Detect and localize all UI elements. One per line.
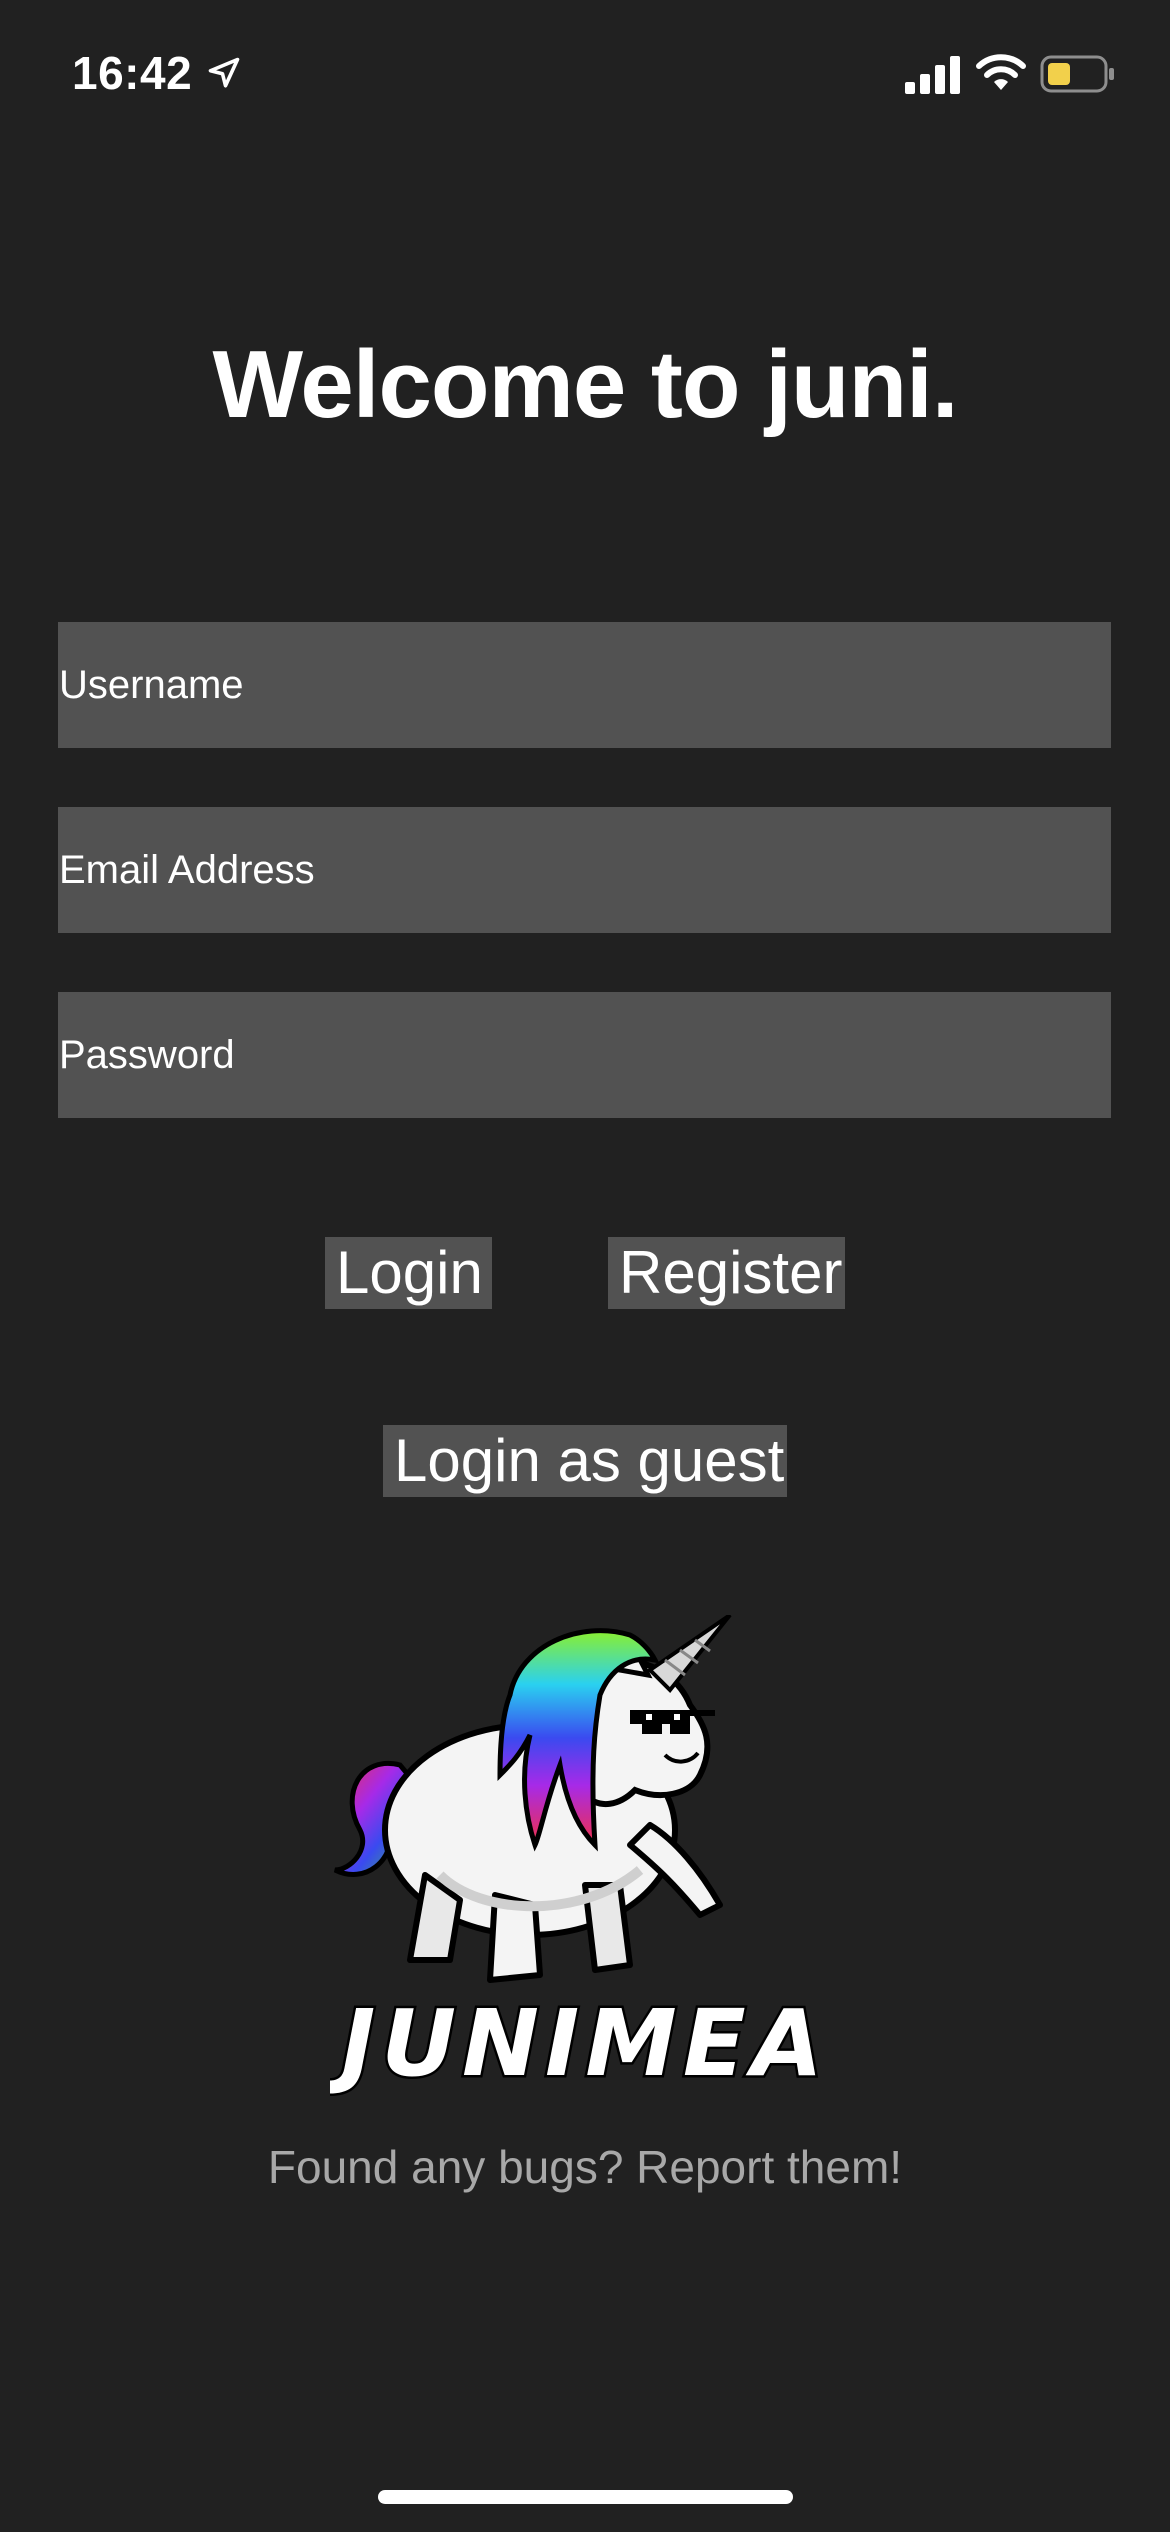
- page-title: Welcome to juni.: [212, 331, 959, 438]
- logo-wordmark: JUNIMEA: [330, 1990, 829, 2097]
- login-button[interactable]: Login: [325, 1237, 492, 1309]
- home-indicator[interactable]: [378, 2490, 793, 2504]
- login-screen: 16:42 Welcome to juni. Login Register Lo…: [0, 0, 1170, 2532]
- status-bar: 16:42: [0, 0, 1170, 140]
- password-input[interactable]: [58, 992, 1111, 1118]
- email-input[interactable]: [58, 807, 1111, 933]
- cellular-signal-icon: [905, 56, 960, 94]
- location-arrow-icon: [208, 57, 240, 88]
- register-button[interactable]: Register: [608, 1237, 845, 1309]
- username-input[interactable]: [58, 622, 1111, 748]
- junimea-unicorn-logo: JUNIMEA: [330, 1615, 829, 2100]
- login-as-guest-button[interactable]: Login as guest: [383, 1425, 787, 1497]
- battery-icon: [1040, 55, 1114, 93]
- wifi-icon: [976, 54, 1026, 90]
- status-time: 16:42: [72, 47, 193, 99]
- report-bugs-link[interactable]: Found any bugs? Report them!: [0, 2140, 1170, 2194]
